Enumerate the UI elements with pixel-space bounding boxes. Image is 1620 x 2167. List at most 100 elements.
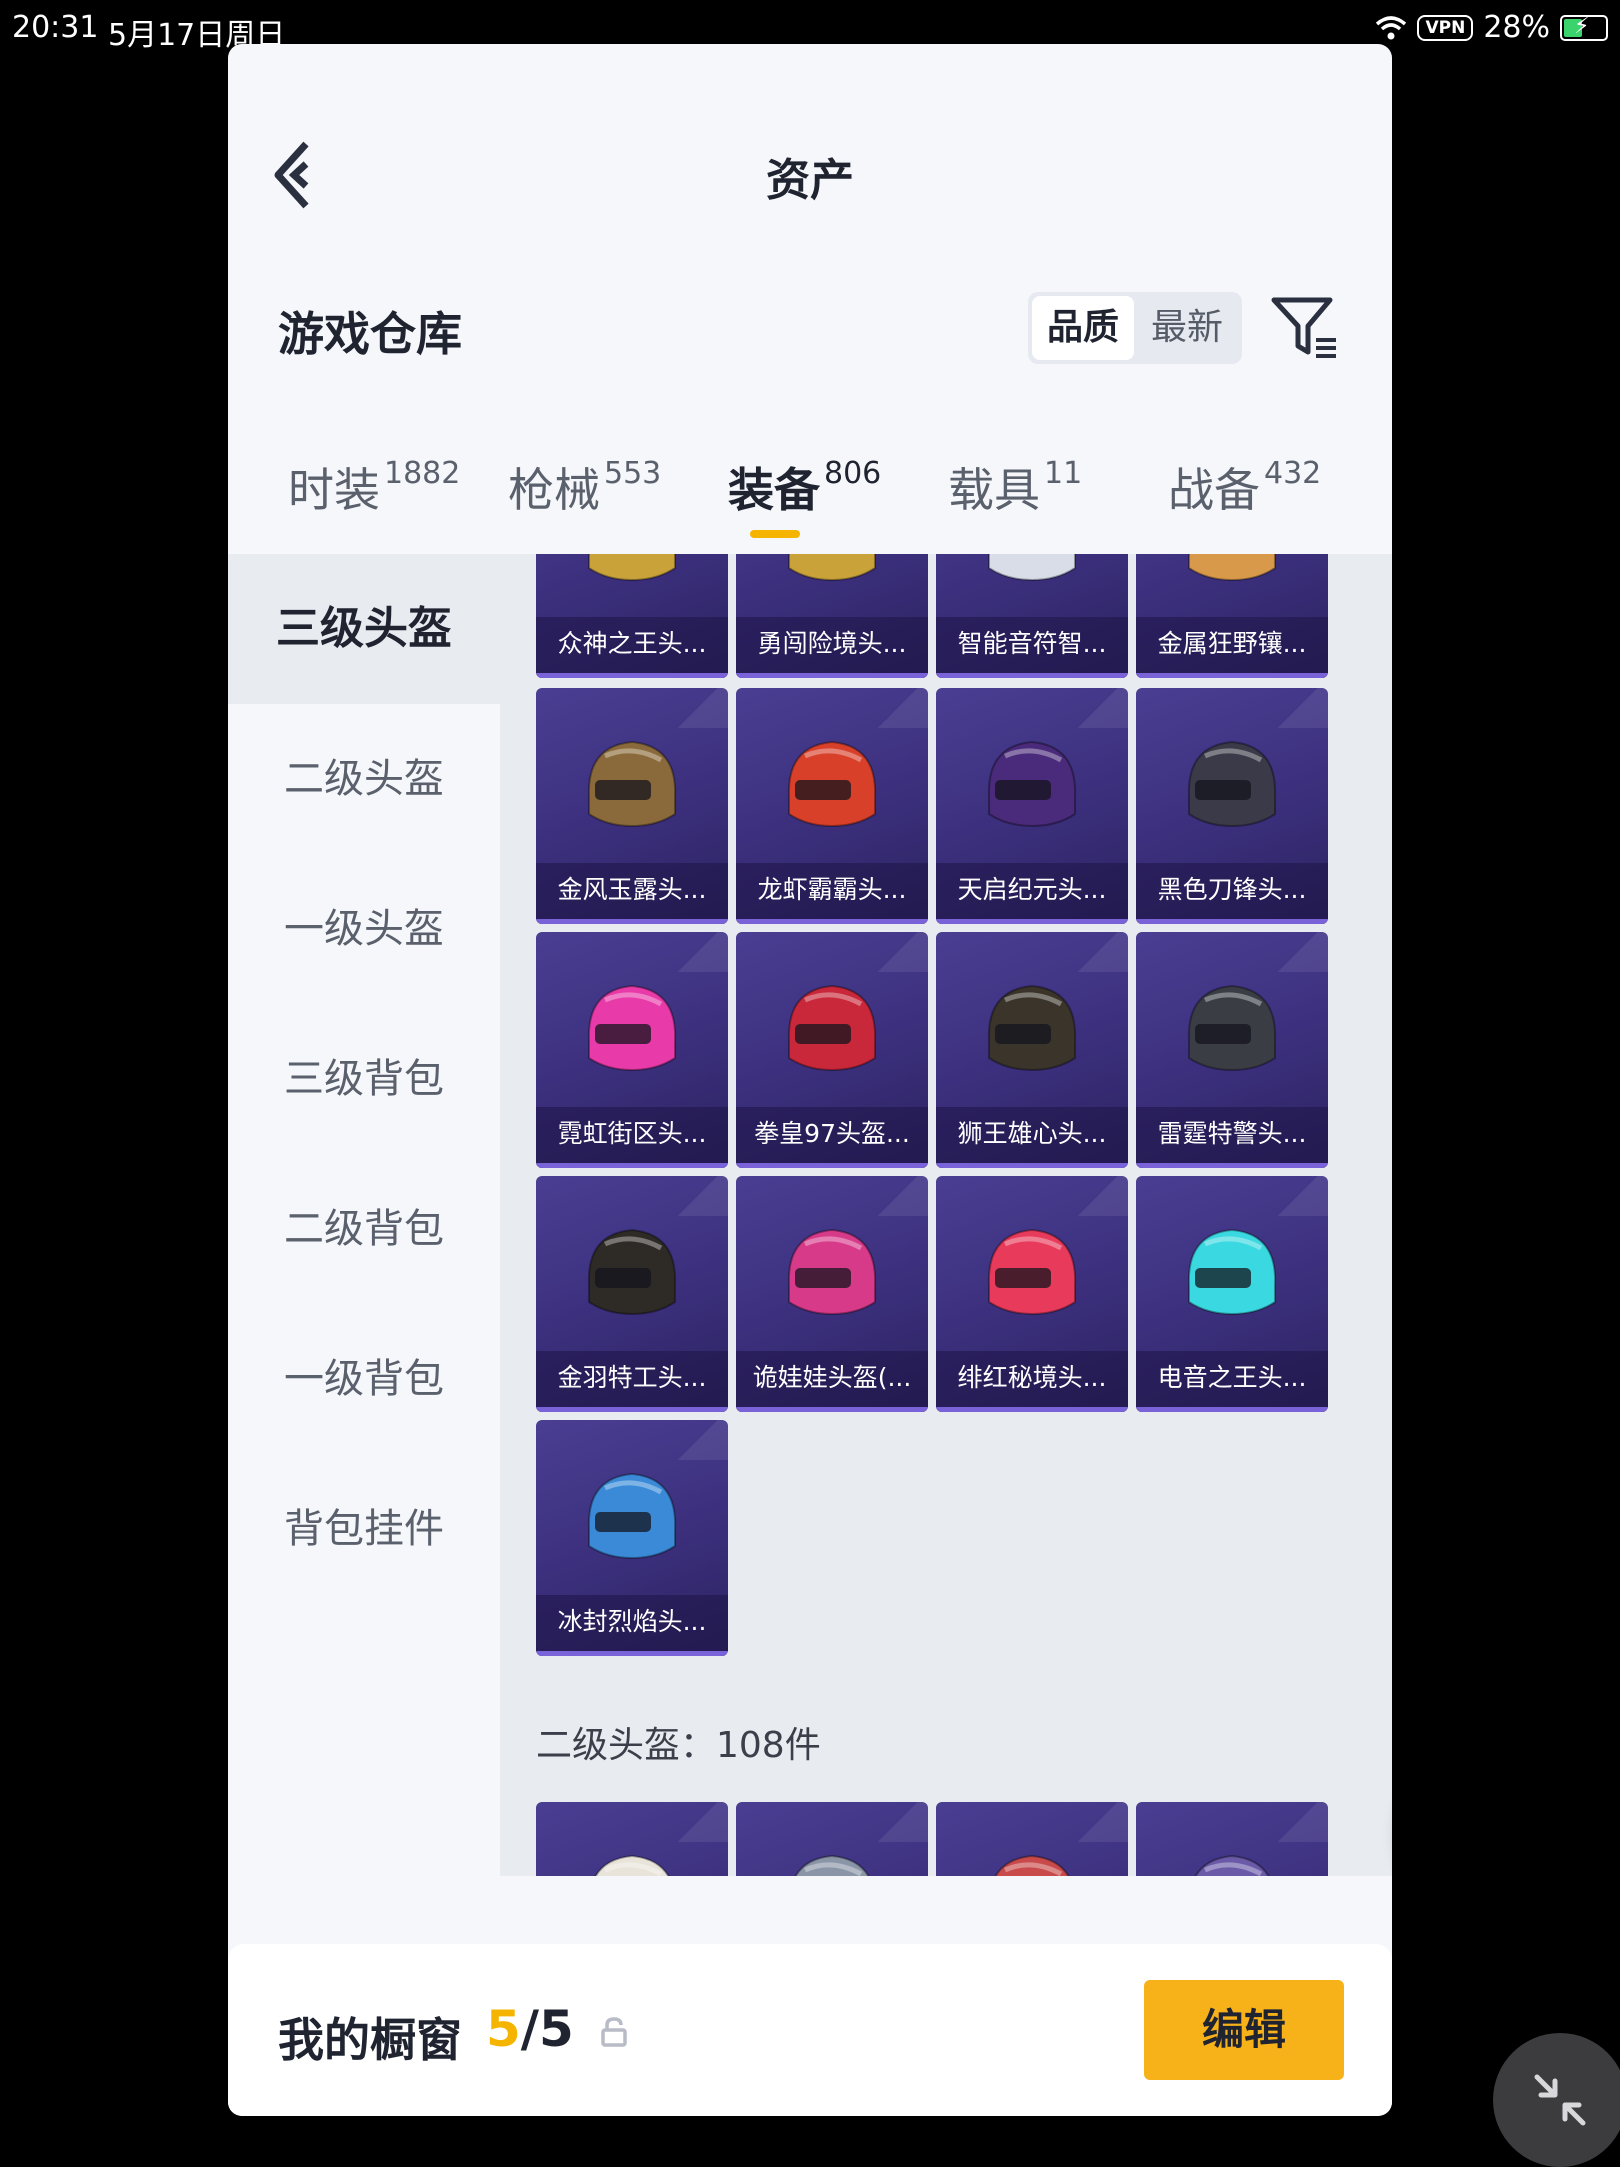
helmet-icon [987,984,1077,1072]
helmet-icon [587,984,677,1072]
showcase-total: /5 [520,2000,574,2058]
tab-vehicles[interactable]: 载具 11 [948,454,1082,520]
sidebar-item-level1-backpack[interactable]: 一级背包 [228,1304,500,1454]
item-card[interactable]: 龙虾霸霸头... [736,688,928,924]
item-card[interactable]: 霓虹街区头... [536,932,728,1168]
filter-button[interactable] [1270,294,1340,364]
tab-label: 载具 [948,463,1040,517]
sort-newest-option[interactable]: 最新 [1136,296,1238,360]
item-name: 黑色刀锋头... [1136,863,1328,924]
item-name: 诡娃娃头盔(... [736,1351,928,1412]
helmet-icon [787,984,877,1072]
sort-quality-option[interactable]: 品质 [1032,296,1134,360]
active-tab-indicator [750,530,800,538]
edit-button[interactable]: 编辑 [1144,1980,1344,2080]
item-name: 金风玉露头... [536,863,728,924]
tab-fashion[interactable]: 时装 1882 [288,454,460,520]
helmet-icon [994,1854,1070,1876]
category-tabs: 时装 1882 枪械 553 装备 806 载具 11 战备 432 [228,444,1392,554]
showcase-count: 5/5 [486,2000,574,2058]
item-card[interactable]: 狮王雄心头... [936,932,1128,1168]
item-name: 众神之王头... [536,617,728,678]
collapse-icon [1534,2074,1586,2126]
tab-equipment[interactable]: 装备 806 [728,454,881,520]
item-name: 智能音符智... [936,617,1128,678]
item-name: 拳皇97头盔... [736,1107,928,1168]
helmet-icon [1187,740,1277,828]
item-card[interactable]: 众神之王头... [536,554,728,678]
page-title: 资产 [766,155,854,206]
sidebar-item-level2-helmet[interactable]: 二级头盔 [228,704,500,854]
tab-count: 432 [1264,456,1322,491]
item-name: 雷霆特警头... [1136,1107,1328,1168]
tab-count: 1882 [384,456,461,491]
helmet-icon [587,740,677,828]
helmet-icon [987,740,1077,828]
tab-count: 553 [604,456,662,491]
helmet-icon [987,1228,1077,1316]
item-card[interactable] [536,1802,728,1876]
sidebar-item-backpack-charm[interactable]: 背包挂件 [228,1454,500,1604]
item-card[interactable]: 绯红秘境头... [936,1176,1128,1412]
helmet-icon [594,1854,670,1876]
item-name: 绯红秘境头... [936,1351,1128,1412]
item-card[interactable]: 金羽特工头... [536,1176,728,1412]
helmet-icon [988,554,1076,582]
helmet-icon [794,1854,870,1876]
status-time: 20:31 [12,10,99,45]
asset-panel: 资产 游戏仓库 品质 最新 时装 1882 枪械 553 装备 806 载具 11 战备… [228,44,1392,2116]
section-title: 游戏仓库 [278,307,462,361]
item-card[interactable]: 勇闯险境头... [736,554,928,678]
item-card[interactable]: 诡娃娃头盔(... [736,1176,928,1412]
item-card[interactable] [936,1802,1128,1876]
helmet-icon [788,554,876,582]
helmet-icon [1187,1228,1277,1316]
item-name: 冰封烈焰头... [536,1595,728,1656]
sort-toggle: 品质 最新 [1028,292,1242,364]
item-name: 勇闯险境头... [736,617,928,678]
vpn-badge: VPN [1417,14,1474,41]
item-card[interactable]: 天启纪元头... [936,688,1128,924]
showcase-current: 5 [486,2000,521,2058]
item-card[interactable]: 冰封烈焰头... [536,1420,728,1656]
tab-label: 时装 [288,463,380,517]
tab-weapons[interactable]: 枪械 553 [508,454,661,520]
item-card[interactable]: 电音之王头... [1136,1176,1328,1412]
helmet-icon [787,1228,877,1316]
item-card[interactable]: 黑色刀锋头... [1136,688,1328,924]
helmet-icon [1187,984,1277,1072]
item-name: 金羽特工头... [536,1351,728,1412]
item-card[interactable]: 金风玉露头... [536,688,728,924]
item-card[interactable]: 拳皇97头盔... [736,932,928,1168]
item-card[interactable] [736,1802,928,1876]
item-name: 天启纪元头... [936,863,1128,924]
showcase-label: 我的橱窗 [278,2013,462,2067]
header: 资产 [228,44,1392,244]
showcase-bar: 我的橱窗 5/5 编辑 [228,1944,1392,2116]
wifi-icon [1376,15,1407,39]
item-name: 电音之王头... [1136,1351,1328,1412]
tab-label: 战备 [1168,463,1260,517]
sidebar-item-level3-helmet[interactable]: 三级头盔 [228,554,500,704]
item-card[interactable]: 智能音符智... [936,554,1128,678]
item-card[interactable]: 金属狂野镶... [1136,554,1328,678]
item-name: 龙虾霸霸头... [736,863,928,924]
item-grid: 二级头盔：108件 众神之王头... 勇闯险境头... 智能音符智... 金属狂野镶.… [500,554,1392,1876]
helmet-icon [588,554,676,582]
tab-count: 806 [824,456,882,491]
item-name: 金属狂野镶... [1136,617,1328,678]
item-card[interactable]: 雷霆特警头... [1136,932,1328,1168]
sidebar-item-level3-backpack[interactable]: 三级背包 [228,1004,500,1154]
lock-icon [601,2017,627,2047]
helmet-icon [787,740,877,828]
tab-combat-gear[interactable]: 战备 432 [1168,454,1321,520]
item-card[interactable] [1136,1802,1328,1876]
tab-label: 装备 [728,463,820,517]
helmet-icon [1194,1854,1270,1876]
battery-percent: 28% [1483,10,1550,45]
collapse-window-button[interactable] [1493,2033,1620,2167]
sidebar-item-level1-helmet[interactable]: 一级头盔 [228,854,500,1004]
item-name: 狮王雄心头... [936,1107,1128,1168]
sidebar-item-level2-backpack[interactable]: 二级背包 [228,1154,500,1304]
helmet-icon [587,1472,677,1560]
